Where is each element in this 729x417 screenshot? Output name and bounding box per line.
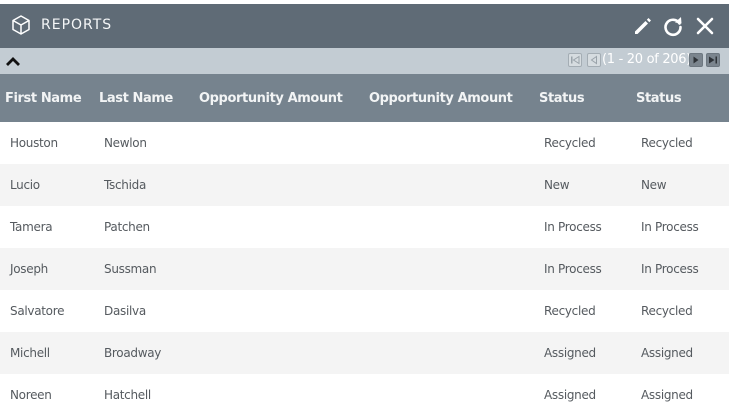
status-cell: Recycled xyxy=(544,136,596,150)
last-page-icon xyxy=(709,56,717,64)
edit-pencil-icon[interactable] xyxy=(631,14,655,38)
last-name-cell[interactable]: Tschida xyxy=(104,178,146,192)
pagination-bar: (1 - 20 of 206) xyxy=(0,48,729,74)
status-cell: Assigned xyxy=(544,388,596,402)
first-name-cell[interactable]: Michell xyxy=(10,346,50,360)
next-page-icon xyxy=(693,56,699,64)
table-row[interactable]: Lucio Tschida New New xyxy=(0,164,729,206)
close-icon[interactable] xyxy=(693,14,717,38)
status-cell: Assigned xyxy=(544,346,596,360)
chevron-up-icon[interactable] xyxy=(5,54,21,68)
table-row[interactable]: Joseph Sussman In Process In Process xyxy=(0,248,729,290)
table-row[interactable]: Noreen Hatchell Assigned Assigned xyxy=(0,374,729,416)
page-range-text: (1 - 20 of 206) xyxy=(602,52,692,67)
dashlet-title: REPORTS xyxy=(41,17,113,33)
first-name-cell[interactable]: Noreen xyxy=(10,388,52,402)
status-cell: Recycled xyxy=(544,304,596,318)
first-name-cell[interactable]: Joseph xyxy=(10,262,48,276)
last-name-cell[interactable]: Patchen xyxy=(104,220,150,234)
table-row[interactable]: Tamera Patchen In Process In Process xyxy=(0,206,729,248)
first-name-cell[interactable]: Houston xyxy=(10,136,58,150)
table-header: First Name Last Name Opportunity Amount … xyxy=(0,74,729,122)
refresh-icon[interactable] xyxy=(661,14,685,38)
status-cell: New xyxy=(544,178,570,192)
previous-page-icon xyxy=(590,55,597,65)
status-cell-2: In Process xyxy=(641,262,699,276)
first-name-cell[interactable]: Tamera xyxy=(10,220,53,234)
status-cell-2: Recycled xyxy=(641,304,693,318)
cube-icon xyxy=(12,15,30,35)
reports-dashlet: REPORTS (1 - 20 of 206) First Name Last … xyxy=(0,0,729,417)
column-header-last-name[interactable]: Last Name xyxy=(99,91,173,106)
last-page-button[interactable] xyxy=(706,53,720,67)
column-header-first-name[interactable]: First Name xyxy=(5,91,82,106)
first-page-button[interactable] xyxy=(568,53,582,67)
column-header-opportunity-amount[interactable]: Opportunity Amount xyxy=(199,91,343,106)
last-name-cell[interactable]: Newlon xyxy=(104,136,147,150)
table-row[interactable]: Houston Newlon Recycled Recycled xyxy=(0,122,729,164)
first-name-cell[interactable]: Salvatore xyxy=(10,304,64,318)
status-cell-2: Assigned xyxy=(641,346,693,360)
status-cell-2: Assigned xyxy=(641,388,693,402)
first-name-cell[interactable]: Lucio xyxy=(10,178,40,192)
last-name-cell[interactable]: Sussman xyxy=(104,262,157,276)
status-cell-2: In Process xyxy=(641,220,699,234)
column-header-opportunity-amount-2[interactable]: Opportunity Amount xyxy=(369,91,513,106)
previous-page-button[interactable] xyxy=(587,53,601,67)
status-cell: In Process xyxy=(544,220,602,234)
status-cell: In Process xyxy=(544,262,602,276)
table-row[interactable]: Salvatore Dasilva Recycled Recycled xyxy=(0,290,729,332)
first-page-icon xyxy=(571,55,580,65)
status-cell-2: Recycled xyxy=(641,136,693,150)
dashlet-header: REPORTS xyxy=(0,4,729,48)
column-header-status[interactable]: Status xyxy=(539,91,585,106)
last-name-cell[interactable]: Broadway xyxy=(104,346,161,360)
status-cell-2: New xyxy=(641,178,667,192)
column-header-status-2[interactable]: Status xyxy=(636,91,682,106)
last-name-cell[interactable]: Hatchell xyxy=(104,388,151,402)
next-page-button[interactable] xyxy=(689,53,703,67)
table-row[interactable]: Michell Broadway Assigned Assigned xyxy=(0,332,729,374)
last-name-cell[interactable]: Dasilva xyxy=(104,304,146,318)
